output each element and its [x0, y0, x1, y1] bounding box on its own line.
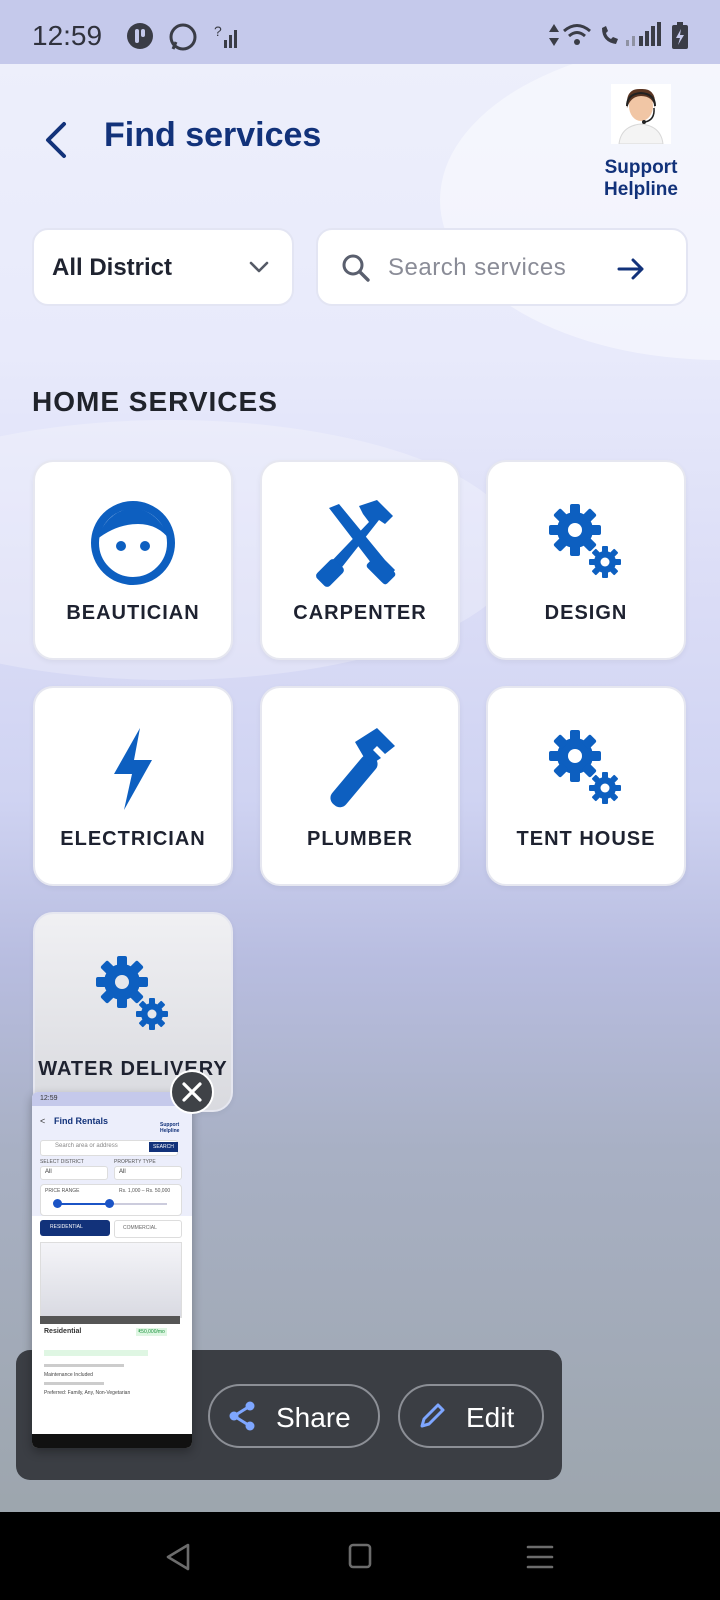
back-arrow-icon[interactable] — [38, 118, 78, 162]
preview-slider-fill — [57, 1203, 109, 1205]
preview-price-label: PRICE RANGE — [45, 1188, 80, 1194]
gears-icon — [549, 504, 621, 578]
nav-home-icon[interactable] — [348, 1543, 372, 1569]
service-card-electrician[interactable]: ELECTRICIAN — [33, 686, 233, 886]
wifi-call-icon — [602, 26, 618, 44]
gears-icon — [96, 956, 168, 1030]
wifi-icon — [563, 24, 591, 45]
preview-listing-image — [40, 1242, 182, 1318]
nav-back-icon[interactable] — [164, 1542, 192, 1572]
preview-listing-bar — [40, 1316, 180, 1324]
support-label-line1: Support — [604, 157, 678, 178]
preview-type-value: All — [119, 1169, 126, 1175]
svg-text:?: ? — [214, 23, 222, 39]
service-card-tent-house[interactable]: TENT HOUSE — [486, 686, 686, 886]
edit-button[interactable]: Edit — [398, 1384, 544, 1448]
system-nav-bar — [0, 1512, 720, 1600]
district-selected-value: All District — [52, 254, 173, 281]
wrench-icon — [330, 728, 395, 808]
preview-listing-note: Preferred: Family, Any, Non-Vegetarian — [44, 1390, 131, 1396]
close-preview-button[interactable] — [170, 1070, 214, 1114]
search-input[interactable] — [386, 250, 610, 286]
district-dropdown[interactable]: All District — [32, 228, 294, 306]
preview-back-icon: < — [40, 1116, 46, 1126]
preview-search-button: SEARCH — [149, 1142, 178, 1152]
share-label: Share — [276, 1402, 351, 1433]
preview-tab-commercial: COMMERCIAL — [114, 1220, 182, 1238]
share-button[interactable]: Share — [208, 1384, 380, 1448]
arrow-right-icon[interactable] — [616, 254, 646, 284]
screenshot-preview-thumbnail[interactable]: 12:59 < Find Rentals Support Helpline Se… — [32, 1092, 192, 1448]
support-helpline-button[interactable]: Support Helpline — [596, 84, 686, 201]
preview-listing-line — [44, 1382, 104, 1385]
section-title: HOME SERVICES — [32, 386, 278, 417]
preview-listing-tags — [44, 1350, 148, 1356]
service-label: ELECTRICIAN — [60, 828, 206, 850]
nav-recents-icon[interactable] — [526, 1544, 554, 1570]
service-label: TENT HOUSE — [516, 828, 656, 850]
pencil-icon — [420, 1403, 445, 1428]
preview-title: Find Rentals — [54, 1116, 109, 1126]
preview-tab-label: COMMERCIAL — [123, 1225, 157, 1231]
service-label: PLUMBER — [307, 828, 413, 850]
preview-time: 12:59 — [40, 1095, 58, 1102]
preview-listing-price: ₹50,000/mo — [136, 1328, 167, 1336]
service-card-carpenter[interactable]: CARPENTER — [260, 460, 460, 660]
preview-tab-residential: RESIDENTIAL — [40, 1220, 110, 1236]
preview-district-select: All — [40, 1166, 108, 1180]
preview-search-placeholder: Search area or address — [55, 1143, 118, 1149]
bolt-icon — [114, 728, 152, 810]
preview-tab-label: RESIDENTIAL — [50, 1224, 83, 1230]
preview-price-value: Rs. 1,000 – Rs. 50,000 — [119, 1188, 171, 1194]
preview-district-value: All — [45, 1169, 52, 1175]
service-card-beautician[interactable]: BEAUTICIAN — [33, 460, 233, 660]
preview-price-range: PRICE RANGE Rs. 1,000 – Rs. 50,000 — [40, 1184, 182, 1216]
preview-listing-line — [44, 1364, 124, 1367]
search-box — [316, 228, 688, 306]
service-label: DESIGN — [544, 602, 628, 624]
signal-icon — [626, 22, 661, 46]
service-label: CARPENTER — [293, 602, 427, 624]
share-icon — [229, 1401, 255, 1431]
preview-nav-bar — [32, 1434, 192, 1448]
preview-support: Support Helpline — [160, 1122, 180, 1134]
preview-slider-handle — [105, 1199, 114, 1208]
face-icon — [91, 501, 175, 585]
service-label: BEAUTICIAN — [66, 602, 200, 624]
preview-listing-detail: Maintenance Included — [44, 1372, 93, 1378]
service-card-plumber[interactable]: PLUMBER — [260, 686, 460, 886]
support-label-line2: Helpline — [604, 179, 678, 200]
status-time: 12:59 — [32, 20, 103, 51]
app-screen: 12:59 ? Find services Support Helpline A… — [0, 0, 720, 1600]
app-notification-icon — [127, 23, 153, 49]
support-agent-avatar — [611, 84, 671, 145]
data-arrows-icon — [549, 24, 559, 46]
tools-icon — [316, 500, 396, 587]
edit-label: Edit — [466, 1402, 515, 1433]
preview-status-bar: 12:59 — [32, 1092, 192, 1106]
service-card-design[interactable]: DESIGN — [486, 460, 686, 660]
no-signal-icon: ? — [214, 23, 237, 48]
preview-slider-handle — [53, 1199, 62, 1208]
preview-listing-title: Residential — [44, 1328, 82, 1335]
preview-type-label: PROPERTY TYPE — [114, 1159, 156, 1165]
close-icon — [182, 1082, 202, 1102]
preview-search-box: Search area or address SEARCH — [40, 1140, 178, 1156]
preview-type-select: All — [114, 1166, 182, 1180]
battery-icon — [672, 22, 688, 49]
search-icon — [342, 254, 370, 282]
chevron-down-icon — [249, 261, 269, 273]
whatsapp-icon — [169, 23, 197, 51]
status-bar: 12:59 ? — [0, 0, 720, 64]
page-title: Find services — [104, 116, 322, 154]
preview-district-label: SELECT DISTRICT — [40, 1159, 84, 1165]
gears-icon — [549, 730, 621, 804]
